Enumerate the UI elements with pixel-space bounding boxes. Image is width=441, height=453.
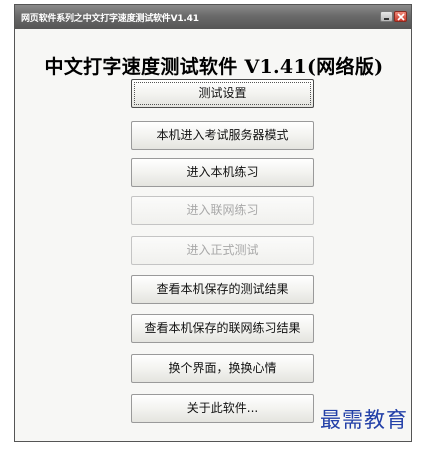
minimize-icon[interactable] — [380, 11, 393, 22]
view-online-results-button[interactable]: 查看本机保存的联网练习结果 — [131, 314, 314, 343]
app-window: 网页软件系列之中文打字速度测试软件V1.41 中文打字速度测试软件 V1.41(… — [14, 4, 412, 442]
window-title: 网页软件系列之中文打字速度测试软件V1.41 — [21, 14, 199, 24]
about-button[interactable]: 关于此软件... — [131, 394, 314, 423]
server-mode-button[interactable]: 本机进入考试服务器模式 — [131, 121, 314, 150]
app-heading: 中文打字速度测试软件 V1.41(网络版) — [44, 56, 384, 78]
close-icon[interactable] — [394, 11, 407, 22]
change-skin-button[interactable]: 换个界面，换换心情 — [131, 354, 314, 383]
formal-test-button: 进入正式测试 — [131, 236, 314, 265]
online-practice-button: 进入联网练习 — [131, 196, 314, 225]
test-settings-button[interactable]: 测试设置 — [131, 79, 314, 108]
title-bar[interactable]: 网页软件系列之中文打字速度测试软件V1.41 — [15, 5, 411, 29]
local-practice-button[interactable]: 进入本机练习 — [131, 158, 314, 187]
view-test-results-button[interactable]: 查看本机保存的测试结果 — [131, 275, 314, 304]
watermark: 最需教育 — [320, 408, 408, 432]
